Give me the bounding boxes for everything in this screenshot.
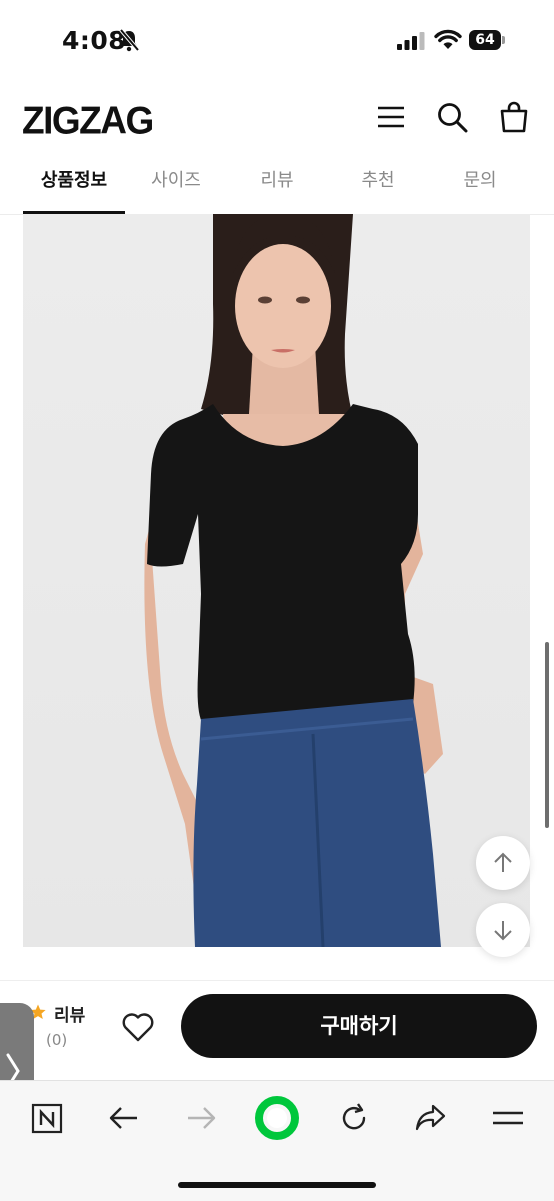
- share-icon[interactable]: [413, 1101, 447, 1135]
- status-bar: 4:08 64: [0, 0, 554, 84]
- signal-icon: [397, 32, 425, 50]
- shopping-bag-icon[interactable]: [497, 100, 531, 134]
- arrow-up-icon: [494, 852, 512, 872]
- home-indicator[interactable]: [178, 1182, 376, 1188]
- arrow-down-icon: [494, 921, 512, 941]
- tab-size[interactable]: 사이즈: [125, 154, 227, 212]
- tab-review[interactable]: 리뷰: [227, 154, 327, 212]
- tab-inquiry[interactable]: 문의: [429, 154, 531, 212]
- hamburger-icon[interactable]: [491, 1101, 525, 1135]
- heart-icon[interactable]: [121, 1011, 155, 1043]
- naver-icon[interactable]: [30, 1101, 64, 1135]
- tab-recommend[interactable]: 추천: [327, 154, 429, 212]
- purchase-bar: 리뷰 (0) 구매하기: [0, 980, 554, 1079]
- search-icon[interactable]: [435, 100, 469, 134]
- bell-slash-icon: [119, 28, 140, 52]
- status-time: 4:08: [62, 26, 127, 55]
- battery-icon: 64: [469, 30, 505, 52]
- scroll-indicator[interactable]: [545, 642, 549, 828]
- review-summary[interactable]: 리뷰 (0): [30, 1001, 100, 1057]
- product-tabs: 상품정보 사이즈 리뷰 추천 문의: [0, 154, 554, 215]
- product-photo[interactable]: [23, 214, 530, 947]
- buy-button[interactable]: 구매하기: [181, 994, 537, 1058]
- menu-icon[interactable]: [374, 100, 408, 134]
- reload-icon[interactable]: [337, 1101, 371, 1135]
- tab-product-info[interactable]: 상품정보: [23, 154, 125, 212]
- battery-tip: [502, 36, 505, 44]
- forward-icon[interactable]: [184, 1101, 218, 1135]
- browser-toolbar: [0, 1080, 554, 1201]
- zigzag-logo[interactable]: ZIGZAG: [22, 99, 154, 143]
- back-icon[interactable]: [107, 1101, 141, 1135]
- app-header: ZIGZAG: [0, 84, 554, 154]
- scroll-up-button[interactable]: [476, 836, 530, 890]
- model-illustration: [144, 214, 443, 947]
- review-label: 리뷰: [54, 1006, 86, 1026]
- battery-level: 64: [469, 30, 501, 50]
- scroll-down-button[interactable]: [476, 903, 530, 957]
- review-count: (0): [46, 1031, 68, 1049]
- wifi-icon: [434, 29, 462, 49]
- green-circle-icon[interactable]: [255, 1096, 299, 1140]
